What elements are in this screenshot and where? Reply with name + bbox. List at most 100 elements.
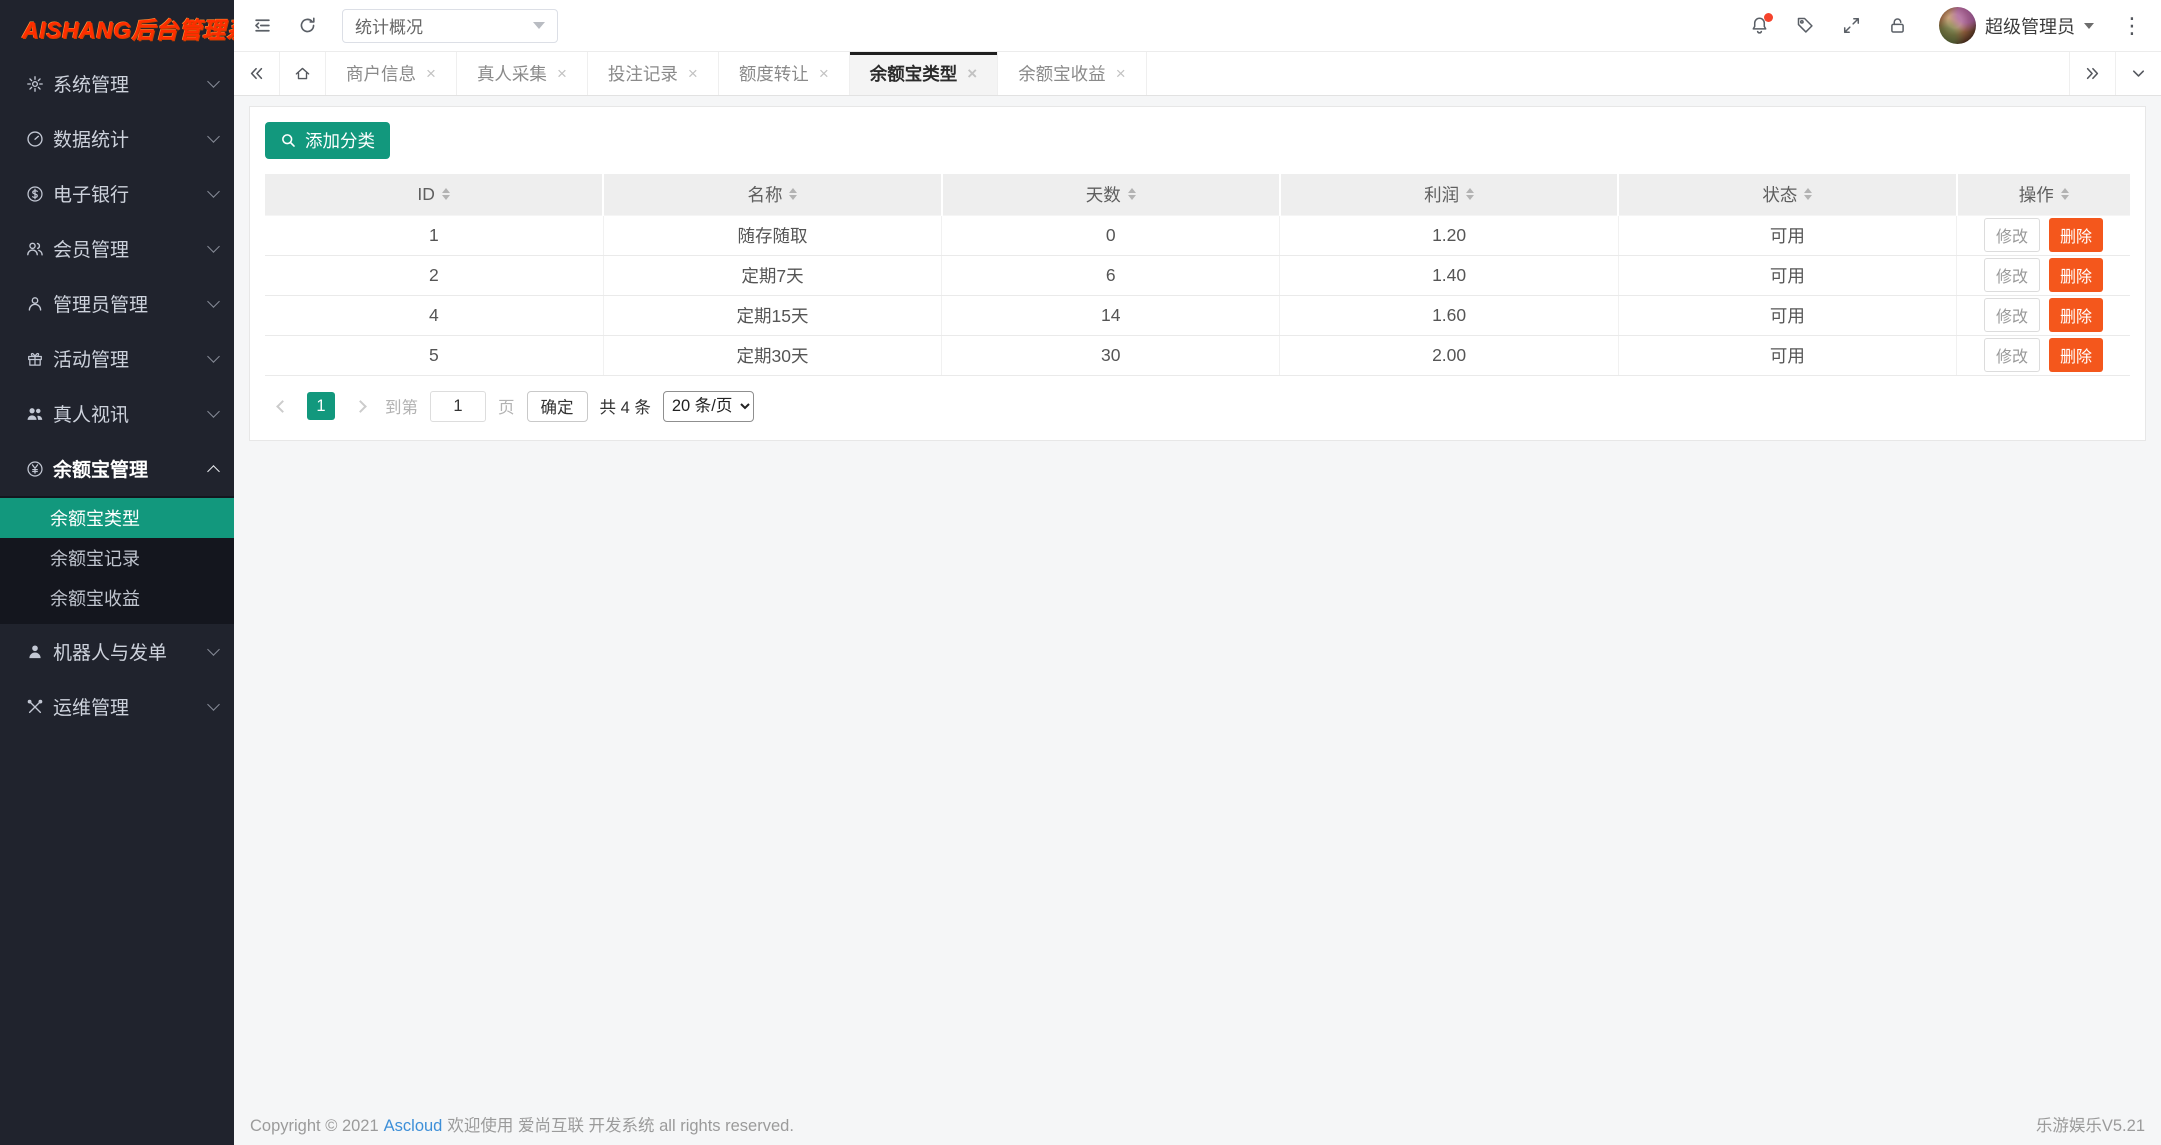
tab-close-icon[interactable]: × — [557, 65, 567, 82]
column-header-days[interactable]: 天数 — [942, 174, 1280, 215]
user-menu[interactable]: 超级管理员 — [1933, 7, 2094, 44]
pagination: 1 到第 页 确定 共 4 条 20 条/页 — [265, 376, 2130, 434]
tab-close-icon[interactable]: × — [967, 65, 977, 82]
yuebao-submenu: 余额宝类型 余额宝记录 余额宝收益 — [0, 496, 234, 624]
sidebar-item-members[interactable]: 会员管理 — [0, 221, 234, 276]
sidebar-subitem-yuebao-record[interactable]: 余额宝记录 — [0, 538, 234, 578]
sort-icon — [789, 188, 797, 200]
table-row: 1 随存随取 0 1.20 可用 修改删除 — [265, 215, 2130, 255]
tab-close-icon[interactable]: × — [1116, 65, 1126, 82]
refresh-icon[interactable] — [297, 15, 318, 36]
sidebar-subitem-label: 余额宝记录 — [50, 545, 140, 571]
column-header-name[interactable]: 名称 — [603, 174, 941, 215]
tab-close-icon[interactable]: × — [426, 65, 436, 82]
live-video-icon — [26, 405, 44, 423]
current-page-button[interactable]: 1 — [307, 392, 335, 420]
tab-yuebao-income[interactable]: 余额宝收益 × — [998, 52, 1146, 95]
magnifier-icon — [280, 132, 297, 149]
edit-button[interactable]: 修改 — [1984, 298, 2040, 332]
prev-page-icon[interactable] — [269, 393, 295, 419]
cell-profit: 1.20 — [1280, 215, 1618, 255]
user-name: 超级管理员 — [1985, 13, 2075, 39]
delete-button[interactable]: 删除 — [2049, 298, 2103, 332]
tab-close-icon[interactable]: × — [819, 65, 829, 82]
sidebar-item-label: 活动管理 — [53, 345, 209, 372]
total-count: 共 4 条 — [600, 394, 651, 418]
tab-yuebao-type[interactable]: 余额宝类型 × — [850, 52, 998, 95]
chevron-down-icon — [207, 295, 220, 308]
sidebar-item-yuebao[interactable]: 余额宝管理 — [0, 441, 234, 496]
sidebar-item-system[interactable]: 系统管理 — [0, 56, 234, 111]
members-icon — [26, 240, 44, 258]
module-select-value: 统计概况 — [355, 13, 533, 38]
tab-live-collect[interactable]: 真人采集 × — [457, 52, 588, 95]
sidebar-item-label: 数据统计 — [53, 125, 209, 152]
sort-icon — [442, 188, 450, 200]
add-category-button[interactable]: 添加分类 — [265, 122, 390, 159]
sidebar-item-admins[interactable]: 管理员管理 — [0, 276, 234, 331]
tab-quota-transfer[interactable]: 额度转让 × — [719, 52, 850, 95]
column-header-id[interactable]: ID — [265, 174, 603, 215]
sidebar-subitem-yuebao-type[interactable]: 余额宝类型 — [0, 498, 234, 538]
cell-name: 定期15天 — [603, 295, 941, 335]
tab-merchant-info[interactable]: 商户信息 × — [326, 52, 457, 95]
home-icon[interactable] — [280, 52, 326, 95]
sidebar-item-robot[interactable]: 机器人与发单 — [0, 624, 234, 679]
sidebar-item-label: 系统管理 — [53, 70, 209, 97]
sidebar-item-ops[interactable]: 运维管理 — [0, 679, 234, 734]
app-logo: AISHANG后台管理系统 — [0, 0, 234, 56]
module-select[interactable]: 统计概况 — [342, 9, 558, 43]
tab-close-icon[interactable]: × — [688, 65, 698, 82]
table-row: 5 定期30天 30 2.00 可用 修改删除 — [265, 335, 2130, 375]
notification-dot — [1764, 13, 1773, 22]
delete-button[interactable]: 删除 — [2049, 258, 2103, 292]
avatar[interactable] — [1939, 7, 1976, 44]
edit-button[interactable]: 修改 — [1984, 258, 2040, 292]
next-page-icon[interactable] — [347, 393, 373, 419]
edit-button[interactable]: 修改 — [1984, 338, 2040, 372]
chevron-down-icon — [207, 240, 220, 253]
column-header-actions[interactable]: 操作 — [1957, 174, 2130, 215]
lock-icon[interactable] — [1887, 15, 1908, 36]
sidebar-menu: 系统管理 数据统计 电子银行 会员管理 管理员管理 活动管理 — [0, 56, 234, 1145]
sidebar: AISHANG后台管理系统 系统管理 数据统计 电子银行 会员管理 管理员管理 — [0, 0, 234, 1145]
more-options-icon[interactable]: ⋮ — [2119, 15, 2145, 37]
confirm-button[interactable]: 确定 — [527, 391, 588, 422]
edit-button[interactable]: 修改 — [1984, 218, 2040, 252]
column-header-status[interactable]: 状态 — [1618, 174, 1956, 215]
copyright-text: 欢迎使用 爱尚互联 开发系统 all rights reserved. — [447, 1117, 794, 1135]
tabbar-spacer — [1147, 52, 2069, 95]
tab-label: 投注记录 — [608, 61, 678, 86]
sidebar-item-ebank[interactable]: 电子银行 — [0, 166, 234, 221]
sidebar-item-activities[interactable]: 活动管理 — [0, 331, 234, 386]
yuan-icon — [26, 460, 44, 478]
topbar: 统计概况 超级管理员 ⋮ — [234, 0, 2161, 52]
bell-icon[interactable] — [1749, 15, 1770, 36]
tabs-menu-icon[interactable] — [2115, 52, 2161, 95]
sidebar-toggle-icon[interactable] — [252, 15, 273, 36]
goto-page-input[interactable] — [430, 391, 486, 422]
cell-id: 5 — [265, 335, 603, 375]
delete-button[interactable]: 删除 — [2049, 218, 2103, 252]
cell-id: 1 — [265, 215, 603, 255]
column-header-profit[interactable]: 利润 — [1280, 174, 1618, 215]
fullscreen-icon[interactable] — [1841, 15, 1862, 36]
sidebar-item-label: 会员管理 — [53, 235, 209, 262]
sidebar-item-live-video[interactable]: 真人视讯 — [0, 386, 234, 441]
delete-button[interactable]: 删除 — [2049, 338, 2103, 372]
tag-icon[interactable] — [1795, 15, 1816, 36]
gift-icon — [26, 350, 44, 368]
sidebar-subitem-yuebao-income[interactable]: 余额宝收益 — [0, 578, 234, 618]
sidebar-item-label: 机器人与发单 — [53, 638, 209, 665]
tabs-scroll-right-icon[interactable] — [2069, 52, 2115, 95]
page-size-select[interactable]: 20 条/页 — [663, 391, 754, 422]
tab-bet-records[interactable]: 投注记录 × — [588, 52, 719, 95]
tabs-scroll-left-icon[interactable] — [234, 52, 280, 95]
tab-label: 商户信息 — [346, 61, 416, 86]
brand-link[interactable]: Ascloud — [384, 1117, 443, 1135]
sidebar-item-statistics[interactable]: 数据统计 — [0, 111, 234, 166]
footer-copyright: Copyright © 2021Ascloud欢迎使用 爱尚互联 开发系统 al… — [250, 1112, 799, 1136]
tab-label: 额度转让 — [739, 61, 809, 86]
footer: Copyright © 2021Ascloud欢迎使用 爱尚互联 开发系统 al… — [234, 1103, 2161, 1145]
cell-profit: 2.00 — [1280, 335, 1618, 375]
